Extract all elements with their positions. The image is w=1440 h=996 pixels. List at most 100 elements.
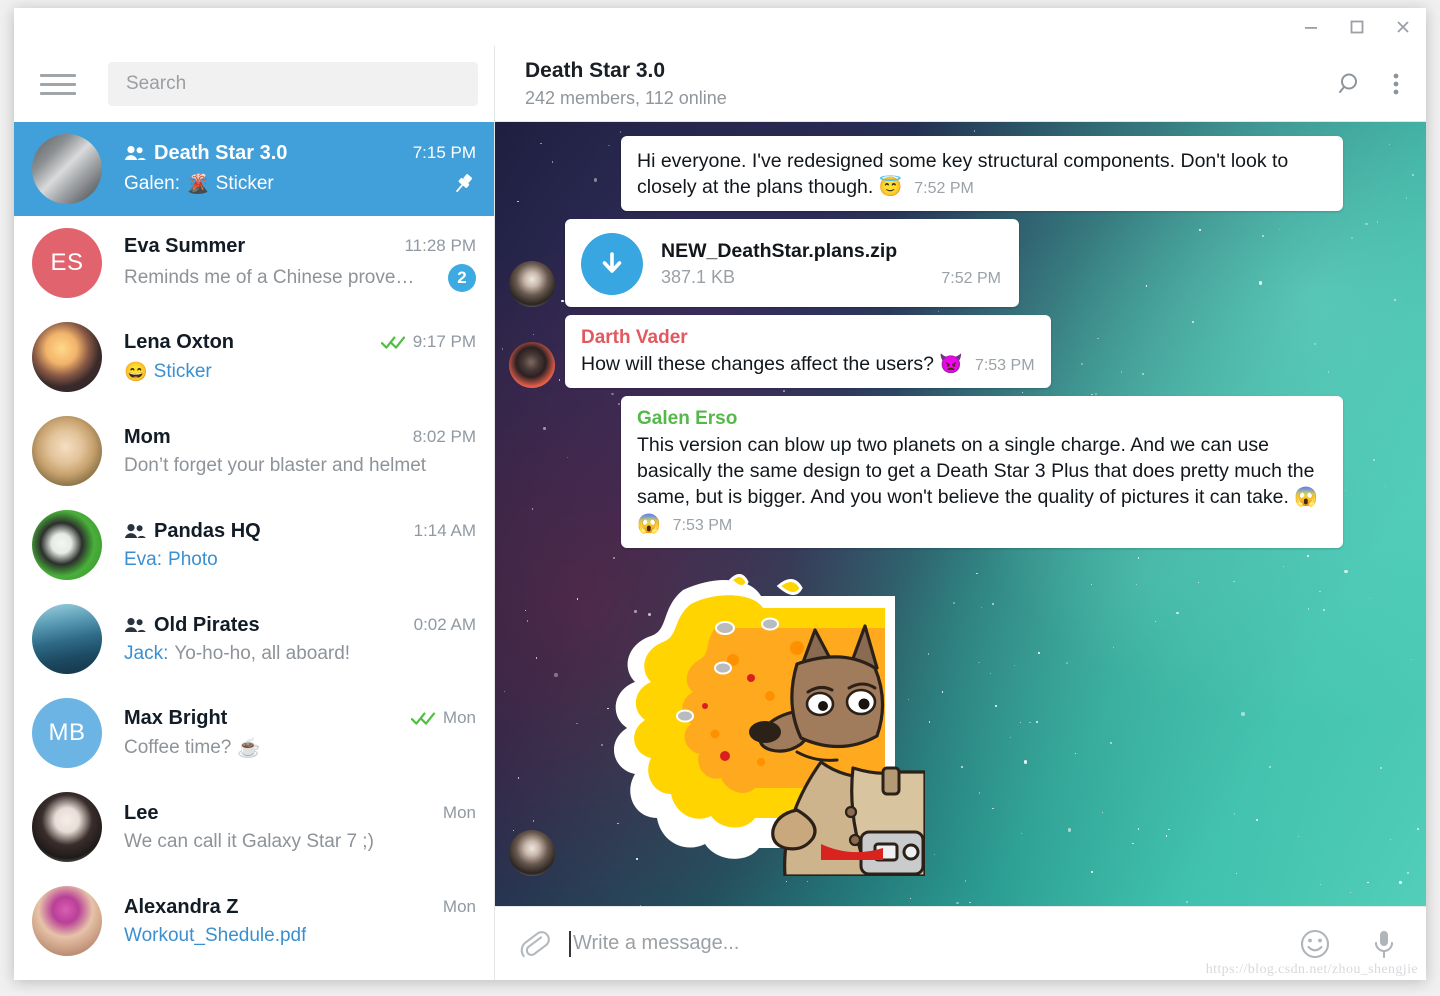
download-button[interactable] (581, 233, 643, 295)
message-emoji: 😇 (873, 177, 902, 198)
voice-record-button[interactable] (1368, 927, 1400, 961)
chat-item-meta: Eva Summer11:28 PM Reminds me of a Chines… (124, 235, 476, 292)
message-text: This version can blow up two planets on … (637, 432, 1327, 538)
message-row: NEW_DeathStar.plans.zip387.1 KB7:52 PM (509, 219, 1412, 307)
minimize-button[interactable] (1288, 8, 1334, 46)
chat-item-time: Mon (411, 708, 476, 728)
chat-list-item[interactable]: Alexandra ZMonWorkout_Shedule.pdf (14, 874, 494, 968)
preview-sender: Galen: (124, 173, 180, 195)
chat-list-item[interactable]: Mom 8:02 PM Don’t forget your blaster and … (14, 404, 494, 498)
chat-item-timestamp: 11:28 PM (404, 236, 476, 256)
chat-item-bottom-line: We can call it Galaxy Star 7 ;) (124, 831, 476, 853)
chat-item-preview: Reminds me of a Chinese prove… (124, 267, 414, 289)
file-message-bubble[interactable]: NEW_DeathStar.plans.zip387.1 KB7:52 PM (565, 219, 1019, 307)
preview-sender: Jack: (124, 643, 168, 665)
chat-list[interactable]: Death Star 3.07:15 PMGalen:🌋StickerESEva… (14, 122, 494, 980)
chat-item-time: 9:17 PM (381, 332, 476, 352)
message-timestamp: 7:53 PM (673, 515, 733, 537)
chat-item-name: Pandas HQ (154, 520, 261, 543)
search-input[interactable]: Search (108, 62, 478, 106)
hamburger-icon[interactable] (40, 67, 92, 101)
chat-item-name: Mom (124, 426, 171, 449)
message-row: Darth VaderHow will these changes affect… (509, 315, 1412, 388)
search-button[interactable] (1336, 70, 1364, 98)
message-placeholder: Write a message... (573, 932, 739, 955)
page-title: Death Star 3.0 (525, 58, 727, 84)
chat-list-item[interactable]: ESEva Summer11:28 PMReminds me of a Chin… (14, 216, 494, 310)
chat-list-item[interactable]: MB Max BrightMon Coffee time?☕ (14, 686, 494, 780)
sidebar: Search Death Star 3.07:15 PMGalen:🌋Stick… (14, 46, 495, 980)
message-bubble[interactable]: Hi everyone. I've redesigned some key st… (621, 136, 1343, 211)
message-input[interactable]: Write a message... (569, 931, 1298, 957)
chat-item-top-line: Eva Summer11:28 PM (124, 235, 476, 258)
chat-list-item[interactable]: Pandas HQ1:14 AMEva:Photo (14, 498, 494, 592)
preview-text: Yo-ho-ho, all aboard! (174, 643, 350, 665)
smiley-icon (1298, 927, 1332, 961)
more-vertical-icon (1392, 70, 1400, 98)
minimize-icon (1302, 18, 1320, 36)
pin-icon (450, 171, 476, 197)
chat-item-timestamp: Mon (443, 803, 476, 823)
chat-item-preview: Coffee time?☕ (124, 736, 261, 760)
maximize-button[interactable] (1334, 8, 1380, 46)
chat-item-preview: Jack: Yo-ho-ho, all aboard! (124, 643, 350, 665)
message-list[interactable]: Hi everyone. I've redesigned some key st… (495, 122, 1426, 906)
chat-item-preview: Eva:Photo (124, 549, 218, 571)
chat-item-time: 11:28 PM (404, 236, 476, 256)
more-menu-button[interactable] (1392, 70, 1400, 98)
chat-item-preview: Galen:🌋Sticker (124, 172, 274, 196)
conversation-title-block: Death Star 3.0 242 members, 112 online (525, 58, 727, 109)
download-icon (595, 247, 629, 281)
avatar (32, 416, 102, 486)
chat-item-top-line: Old Pirates0:02 AM (124, 614, 476, 637)
pin-icon (450, 171, 476, 197)
chat-item-preview: 😄Sticker (124, 360, 212, 384)
maximize-icon (1348, 18, 1366, 36)
chat-item-bottom-line: Jack: Yo-ho-ho, all aboard! (124, 643, 476, 665)
avatar (32, 322, 102, 392)
message-avatar (509, 342, 555, 388)
preview-text: We can call it Galaxy Star 7 ;) (124, 831, 374, 853)
attach-button[interactable] (517, 927, 551, 961)
message-timestamp: 7:53 PM (975, 355, 1035, 377)
explosion-dog-sticker (565, 556, 925, 876)
chat-item-meta: Alexandra ZMonWorkout_Shedule.pdf (124, 896, 476, 947)
sidebar-header: Search (14, 46, 494, 122)
chat-list-item[interactable]: LeeMonWe can call it Galaxy Star 7 ;) (14, 780, 494, 874)
chat-item-top-line: Max BrightMon (124, 707, 476, 730)
preview-text: Don’t forget your blaster and helmet (124, 455, 426, 477)
chat-item-meta: LeeMonWe can call it Galaxy Star 7 ;) (124, 802, 476, 853)
sticker-message[interactable] (565, 556, 925, 876)
avatar-initials: MB (49, 719, 86, 747)
close-button[interactable] (1380, 8, 1426, 46)
chat-item-top-line: Mom 8:02 PM (124, 426, 476, 449)
message-emoji: 😱 😱 (637, 487, 1318, 535)
message-timestamp: 7:52 PM (914, 178, 974, 200)
emoji-button[interactable] (1298, 927, 1332, 961)
file-info: NEW_DeathStar.plans.zip387.1 KB7:52 PM (661, 240, 1001, 288)
message-area: Hi everyone. I've redesigned some key st… (495, 122, 1426, 906)
message-emoji: 👿 (934, 354, 963, 375)
preview-text: Coffee time? (124, 737, 231, 759)
search-placeholder: Search (126, 73, 186, 95)
chat-item-bottom-line: Coffee time?☕ (124, 736, 476, 760)
preview-sender: Eva: (124, 549, 162, 571)
message-avatar (509, 830, 555, 876)
avatar (32, 134, 102, 204)
conversation-actions (1336, 70, 1400, 98)
file-size: 387.1 KB (661, 267, 735, 288)
group-icon (124, 523, 146, 539)
message-bubble[interactable]: Galen ErsoThis version can blow up two p… (621, 396, 1343, 548)
paperclip-icon (517, 927, 551, 961)
message-sender-name: Darth Vader (581, 327, 1035, 349)
chat-list-item[interactable]: Old Pirates0:02 AM Jack: Yo-ho-ho, all abo… (14, 592, 494, 686)
message-bubble[interactable]: Darth VaderHow will these changes affect… (565, 315, 1051, 388)
chat-list-item[interactable]: Lena Oxton 9:17 PM 😄Sticker (14, 310, 494, 404)
chat-item-timestamp: 8:02 PM (413, 427, 476, 447)
chat-item-name: Lena Oxton (124, 331, 234, 354)
message-row: Galen ErsoThis version can blow up two p… (509, 396, 1412, 548)
chat-list-item[interactable]: Death Star 3.07:15 PMGalen:🌋Sticker (14, 122, 494, 216)
preview-emoji: 🌋 (186, 172, 210, 196)
chat-item-top-line: Alexandra ZMon (124, 896, 476, 919)
chat-item-bottom-line: Eva:Photo (124, 549, 476, 571)
